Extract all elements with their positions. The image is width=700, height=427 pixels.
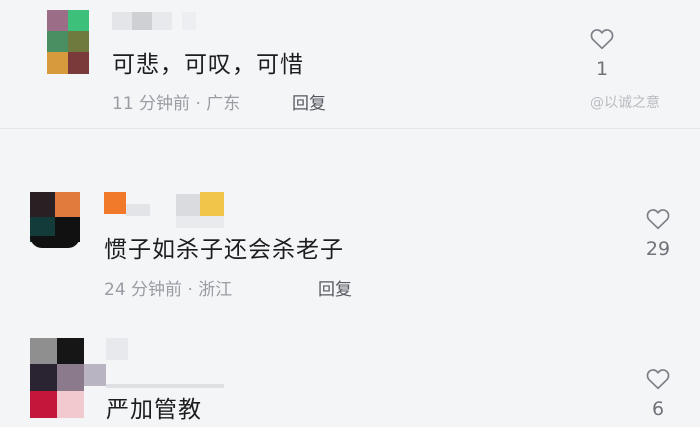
divider [0, 128, 700, 129]
avatar-pixel [47, 52, 68, 74]
avatar-pixel [68, 31, 89, 52]
comment-time: 11 分钟前 [112, 94, 191, 114]
heart-outline-icon [590, 29, 614, 50]
avatar-pixel [55, 192, 80, 217]
avatar-pixel [47, 31, 68, 52]
like-button[interactable]: 1 [582, 28, 622, 80]
reply-button[interactable]: 回复 [292, 89, 326, 114]
avatar-smile [30, 236, 80, 248]
name-pixel [84, 364, 106, 386]
comment-time: 24 分钟前 [104, 280, 183, 300]
avatar[interactable] [30, 338, 84, 418]
heart-outline-icon [646, 369, 670, 390]
comment-text: 惯子如杀子还会杀老子 [104, 237, 344, 263]
name-pixel [126, 204, 150, 216]
name-pixel [182, 12, 196, 30]
avatar-pixel [57, 391, 84, 418]
meta-dot: · [187, 280, 199, 300]
name-pixel [176, 194, 200, 216]
username-blurred[interactable] [112, 12, 196, 32]
reply-button[interactable]: 回复 [318, 275, 352, 300]
comment-card: 惯子如杀子还会杀老子 24 分钟前 · 浙江 回复 29 [0, 172, 700, 312]
comment-meta: 24 分钟前 · 浙江 [104, 275, 232, 300]
avatar-pixel [57, 338, 84, 364]
name-pixel [106, 338, 128, 360]
avatar-pixel [57, 364, 84, 391]
like-count: 6 [651, 398, 665, 420]
comment-text: 可悲，可叹，可惜 [112, 52, 304, 78]
comment-meta: 11 分钟前 · 广东 [112, 89, 240, 114]
comment-location: 浙江 [198, 280, 233, 300]
name-pixel [104, 192, 126, 214]
like-count: 29 [645, 238, 671, 260]
avatar-pixel [30, 391, 57, 418]
comment-text: 严加管教 [106, 397, 202, 423]
name-pixel [106, 384, 224, 388]
like-count: 1 [595, 58, 609, 80]
avatar-pixel [30, 364, 57, 391]
meta-dot: · [195, 94, 207, 114]
avatar-pixel [68, 52, 89, 74]
name-pixel [200, 192, 224, 216]
like-button[interactable]: 29 [638, 208, 678, 260]
name-pixel [112, 12, 132, 30]
heart-outline-icon [646, 209, 670, 230]
avatar[interactable] [47, 10, 89, 74]
comment-card: 严加管教 6 [0, 330, 700, 427]
like-button[interactable]: 6 [638, 368, 678, 420]
watermark: @以诚之意 [590, 95, 660, 111]
comment-card: 可悲，可叹，可惜 11 分钟前 · 广东 回复 1 @以诚之意 [0, 0, 700, 128]
avatar[interactable] [30, 192, 80, 248]
name-pixel [152, 12, 172, 30]
name-pixel [176, 216, 224, 228]
username-blurred[interactable] [84, 338, 224, 388]
username-blurred[interactable] [104, 192, 224, 228]
avatar-pixel [68, 10, 89, 31]
name-pixel [132, 12, 152, 30]
avatar-pixel [47, 10, 68, 31]
comment-location: 广东 [206, 94, 241, 114]
avatar-pixel [30, 338, 57, 364]
avatar-pixel [30, 192, 55, 217]
